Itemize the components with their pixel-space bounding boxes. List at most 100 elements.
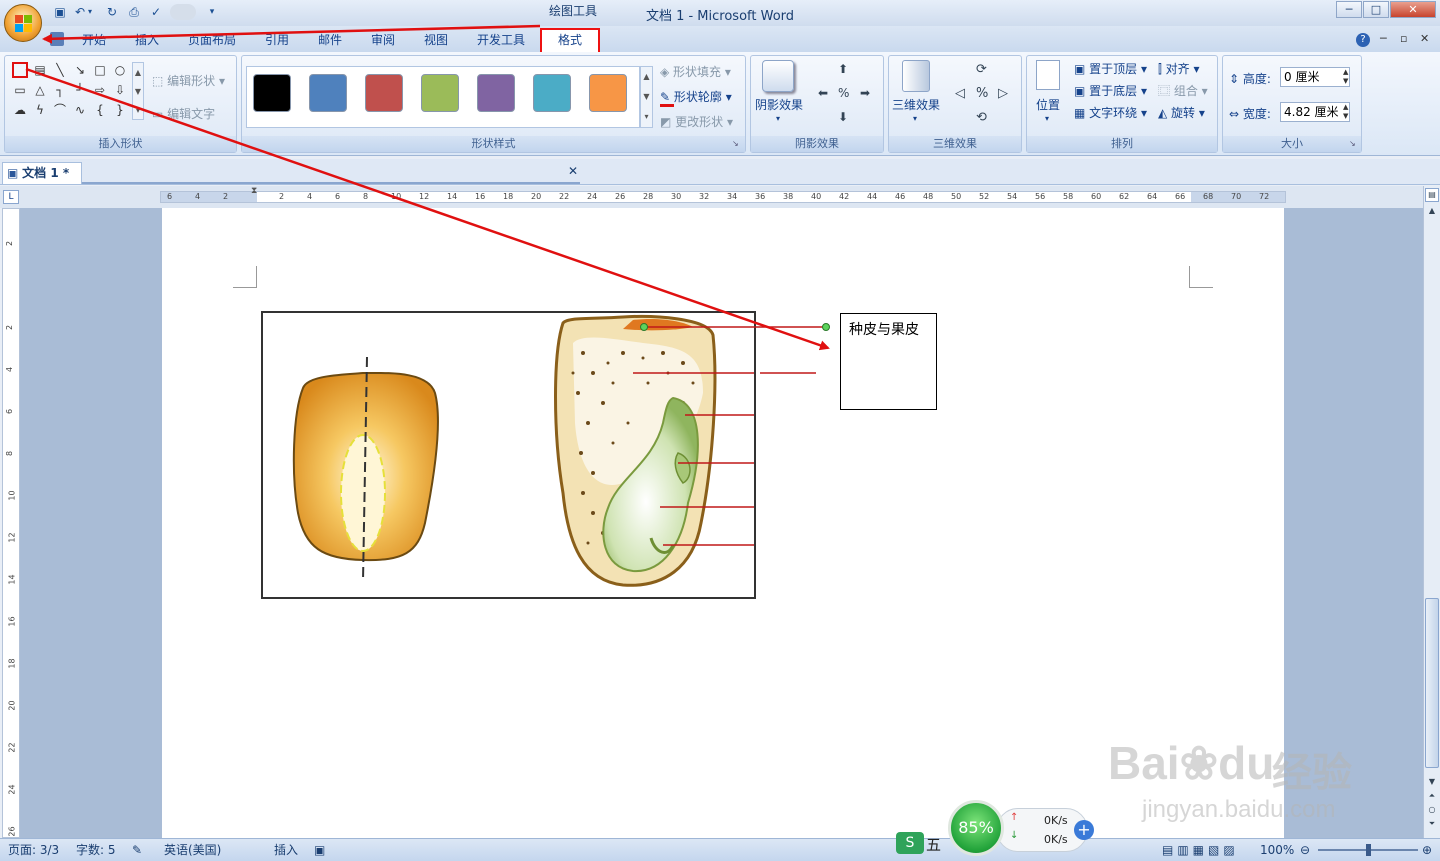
label-textbox[interactable]: 种皮与果皮 <box>840 313 937 410</box>
textbox-text[interactable]: 种皮与果皮 <box>849 322 919 338</box>
elbow-arrow-icon[interactable]: ┘ <box>72 83 88 97</box>
position-icon[interactable] <box>1036 60 1060 90</box>
shape-style-swatch[interactable] <box>589 74 627 112</box>
position-dropdown-icon[interactable]: ▾ <box>1045 114 1049 123</box>
tab-mailings[interactable]: 邮件 <box>318 30 342 50</box>
nudge-left-icon[interactable]: ⬅ <box>818 86 828 100</box>
doc-close-icon[interactable]: ✕ <box>1420 32 1429 45</box>
dialog-launcher-icon[interactable]: ↘ <box>732 139 739 148</box>
height-spinner[interactable]: ▲ ▼ <box>1343 68 1348 86</box>
arc-icon[interactable]: ⌒ <box>52 103 68 117</box>
rounded-rect-icon[interactable]: ▭ <box>12 83 28 97</box>
tab-selector-icon[interactable]: L <box>3 190 19 204</box>
brace-right-icon[interactable]: } <box>112 103 128 117</box>
shape-style-swatch[interactable] <box>477 74 515 112</box>
browse-object-icon[interactable]: ○ <box>1425 804 1439 816</box>
curve-icon[interactable]: ∿ <box>72 103 88 117</box>
view-buttons[interactable]: ▤▥▦▧▨ <box>1162 842 1239 859</box>
shadow-dropdown-icon[interactable]: ▾ <box>776 114 780 123</box>
doc-restore-icon[interactable]: ▫ <box>1400 32 1407 45</box>
size-dialog-launcher-icon[interactable]: ↘ <box>1349 139 1356 148</box>
tab-format[interactable]: 格式 <box>540 28 600 54</box>
language-status[interactable]: 英语(美国) <box>164 842 221 859</box>
shapes-gallery-scroll[interactable]: ▲ ▼ ▾ <box>132 62 144 120</box>
shadow-effects-button[interactable]: 阴影效果 <box>755 96 803 113</box>
prev-page-icon[interactable]: ⏶ <box>1425 790 1439 802</box>
insert-mode[interactable]: 插入 <box>274 842 298 859</box>
3d-effects-button[interactable]: 三维效果 <box>892 96 940 113</box>
plus-icon[interactable]: + <box>1074 820 1094 840</box>
maximize-button[interactable]: □ <box>1363 1 1389 18</box>
shape-style-swatch[interactable] <box>365 74 403 112</box>
ruler-toggle-icon[interactable]: ▤ <box>1425 188 1439 202</box>
shape-style-swatch[interactable] <box>533 74 571 112</box>
width-input[interactable]: 4.82 厘米 <box>1280 102 1350 122</box>
shape-style-swatch[interactable] <box>421 74 459 112</box>
close-button[interactable]: ✕ <box>1390 1 1436 18</box>
line-end-handle[interactable] <box>822 323 830 331</box>
macro-record-icon[interactable]: ▣ <box>314 842 325 859</box>
textbox-tool-highlight[interactable] <box>12 62 28 78</box>
arrow-line-icon[interactable]: ↘ <box>72 63 88 77</box>
tab-developer[interactable]: 开发工具 <box>477 30 525 50</box>
indent-marker-icon[interactable]: ⧗ <box>251 186 257 196</box>
ime-mode[interactable]: 五 <box>926 834 941 855</box>
sogou-ime-icon[interactable]: S <box>896 832 924 854</box>
document-tab[interactable]: ▣ 文档 1 * <box>2 162 82 184</box>
page-count[interactable]: 页面: 3/3 <box>8 842 59 859</box>
proofing-icon[interactable]: ✎ <box>132 842 142 859</box>
tab-home[interactable]: 开始 <box>82 30 106 50</box>
shadow-toggle-icon[interactable]: % <box>838 86 849 100</box>
tab-page-layout[interactable]: 页面布局 <box>188 30 236 50</box>
minimize-button[interactable]: ─ <box>1336 1 1362 18</box>
shape-style-swatch[interactable] <box>253 74 291 112</box>
scroll-up-icon[interactable]: ▲ <box>1425 204 1439 218</box>
rectangle-icon[interactable]: □ <box>92 63 108 77</box>
tab-references[interactable]: 引用 <box>265 30 289 50</box>
width-spinner[interactable]: ▲ ▼ <box>1343 103 1348 121</box>
tilt-left-icon[interactable]: ◁ <box>955 86 965 101</box>
style-gallery-scroll[interactable]: ▲ ▼ ▾ <box>640 66 653 128</box>
height-input[interactable]: 0 厘米 <box>1280 67 1350 87</box>
freeform-icon[interactable]: ☁ <box>12 103 28 117</box>
word-count[interactable]: 字数: 5 <box>76 842 116 859</box>
down-arrow-icon[interactable]: ⇩ <box>112 83 128 97</box>
zoom-slider-thumb[interactable] <box>1366 844 1371 856</box>
nudge-down-icon[interactable]: ⬇ <box>838 110 848 124</box>
zoom-level[interactable]: 100% <box>1260 842 1294 859</box>
brace-left-icon[interactable]: { <box>92 103 108 117</box>
bring-front-button[interactable]: ▣ 置于顶层 ▾ <box>1074 60 1147 77</box>
nudge-up-icon[interactable]: ⬆ <box>838 62 848 76</box>
tilt-down-icon[interactable]: ⟲ <box>976 110 987 125</box>
zoom-out-icon[interactable]: ⊖ <box>1300 842 1310 859</box>
right-arrow-icon[interactable]: ⇨ <box>92 83 108 97</box>
vertical-ruler[interactable]: 2 2 4 6 8 10 12 14 16 18 20 22 24 26 <box>2 208 20 838</box>
text-wrap-button[interactable]: ▦ 文字环绕 ▾ <box>1074 104 1147 121</box>
horizontal-ruler[interactable]: 6 4 2 2 4 6 8 10 12 14 16 18 20 22 24 26 28 30 32 34 36 38 40 4… <box>160 191 1286 203</box>
triangle-icon[interactable]: △ <box>32 83 48 97</box>
close-doc-tab-icon[interactable]: ✕ <box>568 164 578 178</box>
shape-style-swatch[interactable] <box>309 74 347 112</box>
rotate-button[interactable]: ◭ 旋转 ▾ <box>1158 104 1205 121</box>
shadow-effects-icon[interactable] <box>762 60 794 92</box>
next-page-icon[interactable]: ⏷ <box>1425 818 1439 830</box>
line-start-handle[interactable] <box>640 323 648 331</box>
memory-percent[interactable]: 85% <box>948 800 1004 856</box>
send-back-button[interactable]: ▣ 置于底层 ▾ <box>1074 82 1147 99</box>
elbow-connector-icon[interactable]: ┐ <box>52 83 68 97</box>
3d-effects-icon[interactable] <box>902 60 930 92</box>
tab-insert[interactable]: 插入 <box>135 30 159 50</box>
tab-view[interactable]: 视图 <box>424 30 448 50</box>
position-button[interactable]: 位置 <box>1036 96 1060 113</box>
line-icon[interactable]: ╲ <box>52 63 68 77</box>
doc-minimize-icon[interactable]: ─ <box>1380 32 1387 45</box>
tilt-up-icon[interactable]: ⟳ <box>976 62 987 77</box>
nudge-right-icon[interactable]: ➡ <box>860 86 870 100</box>
network-speed-widget[interactable]: S 五 85% ↑ 0K/s ↓ 0K/s + <box>896 800 1098 858</box>
help-icon[interactable]: ? <box>1356 33 1370 47</box>
shape-outline-button[interactable]: ✎ 形状轮廓 ▾ <box>660 88 732 107</box>
selected-line-shape[interactable] <box>640 320 840 420</box>
lightning-icon[interactable]: ϟ <box>32 103 48 117</box>
textbox-icon[interactable]: ▤ <box>32 63 48 77</box>
3d-toggle-icon[interactable]: % <box>976 86 988 101</box>
